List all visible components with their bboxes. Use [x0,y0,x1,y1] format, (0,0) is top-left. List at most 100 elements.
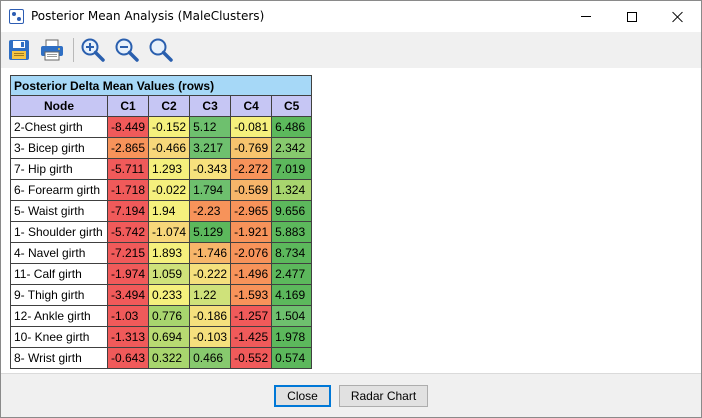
value-cell[interactable]: -1.496 [230,263,273,285]
node-name-cell[interactable]: 7- Hip girth [10,158,108,180]
column-header-c4[interactable]: C4 [230,95,273,117]
value-cell[interactable]: -0.186 [189,305,232,327]
column-header-c1[interactable]: C1 [106,95,150,117]
value-cell[interactable]: 5.12 [189,116,232,138]
value-cell[interactable]: -7.194 [106,200,150,222]
value-cell[interactable]: -1.074 [148,221,191,243]
value-cell[interactable]: -1.425 [230,326,273,348]
node-name-cell[interactable]: 10- Knee girth [10,326,108,348]
node-name-cell[interactable]: 5- Waist girth [10,200,108,222]
value-cell[interactable]: -2.23 [189,200,232,222]
value-cell[interactable]: 1.504 [271,305,313,327]
value-cell[interactable]: -0.022 [148,179,191,201]
node-name-cell[interactable]: 8- Wrist girth [10,347,108,369]
value-cell[interactable]: -1.313 [106,326,150,348]
value-cell[interactable]: -1.921 [230,221,273,243]
value-cell[interactable]: 5.883 [271,221,313,243]
table-row[interactable]: 1- Shoulder girth -5.742 -1.074 5.129 -1.921… [10,221,313,243]
value-cell[interactable]: -0.569 [230,179,273,201]
value-cell[interactable]: 2.477 [271,263,313,285]
minimize-button[interactable] [563,1,609,32]
node-name-cell[interactable]: 9- Thigh girth [10,284,108,306]
value-cell[interactable]: 1.324 [271,179,313,201]
column-header-c5[interactable]: C5 [271,95,313,117]
value-cell[interactable]: -2.865 [106,137,150,159]
value-cell[interactable]: -8.449 [106,116,150,138]
value-cell[interactable]: 0.776 [148,305,191,327]
value-cell[interactable]: 3.217 [189,137,232,159]
value-cell[interactable]: 8.734 [271,242,313,264]
node-name-cell[interactable]: 1- Shoulder girth [10,221,108,243]
table-row[interactable]: 8- Wrist girth -0.643 0.322 0.466 -0.552 0.57… [10,347,313,369]
column-header-node[interactable]: Node [10,95,108,117]
print-button[interactable] [37,35,67,65]
value-cell[interactable]: -2.965 [230,200,273,222]
table-row[interactable]: 4- Navel girth -7.215 1.893 -1.746 -2.076 8.7… [10,242,313,264]
value-cell[interactable]: -2.272 [230,158,273,180]
value-cell[interactable]: 9.656 [271,200,313,222]
value-cell[interactable]: 1.794 [189,179,232,201]
zoom-out-button[interactable] [112,35,142,65]
value-cell[interactable]: -1.974 [106,263,150,285]
close-button[interactable]: Close [274,385,331,407]
value-cell[interactable]: 1.293 [148,158,191,180]
zoom-in-button[interactable] [78,35,108,65]
radar-chart-button[interactable]: Radar Chart [339,385,428,407]
table-row[interactable]: 12- Ankle girth -1.03 0.776 -0.186 -1.257 1.5… [10,305,313,327]
value-cell[interactable]: 0.694 [148,326,191,348]
value-cell[interactable]: -2.076 [230,242,273,264]
value-cell[interactable]: -0.222 [189,263,232,285]
node-name-cell[interactable]: 6- Forearm girth [10,179,108,201]
value-cell[interactable]: -0.081 [230,116,273,138]
node-name-cell[interactable]: 2-Chest girth [10,116,108,138]
value-cell[interactable]: 7.019 [271,158,313,180]
table-row[interactable]: 11- Calf girth -1.974 1.059 -0.222 -1.496 2.4… [10,263,313,285]
table-row[interactable]: 6- Forearm girth -1.718 -0.022 1.794 -0.569 1… [10,179,313,201]
value-cell[interactable]: 0.574 [271,347,313,369]
window-close-button[interactable] [655,1,701,32]
node-name-cell[interactable]: 3- Bicep girth [10,137,108,159]
value-cell[interactable]: -0.643 [106,347,150,369]
value-cell[interactable]: -5.742 [106,221,150,243]
value-cell[interactable]: -1.593 [230,284,273,306]
maximize-button[interactable] [609,1,655,32]
value-cell[interactable]: -0.103 [189,326,232,348]
node-name-cell[interactable]: 11- Calf girth [10,263,108,285]
value-cell[interactable]: -0.769 [230,137,273,159]
column-header-c2[interactable]: C2 [148,95,191,117]
value-cell[interactable]: -1.03 [106,305,150,327]
column-header-c3[interactable]: C3 [189,95,232,117]
save-button[interactable] [4,35,34,65]
value-cell[interactable]: -0.152 [148,116,191,138]
value-cell[interactable]: 2.342 [271,137,313,159]
value-cell[interactable]: 0.322 [148,347,191,369]
value-cell[interactable]: 0.466 [189,347,232,369]
table-row[interactable]: 9- Thigh girth -3.494 0.233 1.22 -1.593 4.169 [10,284,313,306]
value-cell[interactable]: -3.494 [106,284,150,306]
zoom-fit-button[interactable] [146,35,176,65]
table-row[interactable]: 10- Knee girth -1.313 0.694 -0.103 -1.425 1.9… [10,326,313,348]
value-cell[interactable]: 1.94 [148,200,191,222]
node-name-cell[interactable]: 12- Ankle girth [10,305,108,327]
value-cell[interactable]: -1.746 [189,242,232,264]
value-cell[interactable]: 1.978 [271,326,313,348]
value-cell[interactable]: -0.552 [230,347,273,369]
title-bar[interactable]: Posterior Mean Analysis (MaleClusters) [1,1,701,32]
table-row[interactable]: 7- Hip girth -5.711 1.293 -0.343 -2.272 7.019 [10,158,313,180]
table-row[interactable]: 3- Bicep girth -2.865 -0.466 3.217 -0.769 2.3… [10,137,313,159]
value-cell[interactable]: 4.169 [271,284,313,306]
node-name-cell[interactable]: 4- Navel girth [10,242,108,264]
value-cell[interactable]: -0.343 [189,158,232,180]
value-cell[interactable]: -1.257 [230,305,273,327]
table-row[interactable]: 5- Waist girth -7.194 1.94 -2.23 -2.965 9.656 [10,200,313,222]
value-cell[interactable]: 1.22 [189,284,232,306]
value-cell[interactable]: 5.129 [189,221,232,243]
value-cell[interactable]: -1.718 [106,179,150,201]
value-cell[interactable]: 1.059 [148,263,191,285]
value-cell[interactable]: -7.215 [106,242,150,264]
value-cell[interactable]: 0.233 [148,284,191,306]
value-cell[interactable]: 6.486 [271,116,313,138]
value-cell[interactable]: -0.466 [148,137,191,159]
table-row[interactable]: 2-Chest girth -8.449 -0.152 5.12 -0.081 6.486 [10,116,313,138]
value-cell[interactable]: -5.711 [106,158,150,180]
